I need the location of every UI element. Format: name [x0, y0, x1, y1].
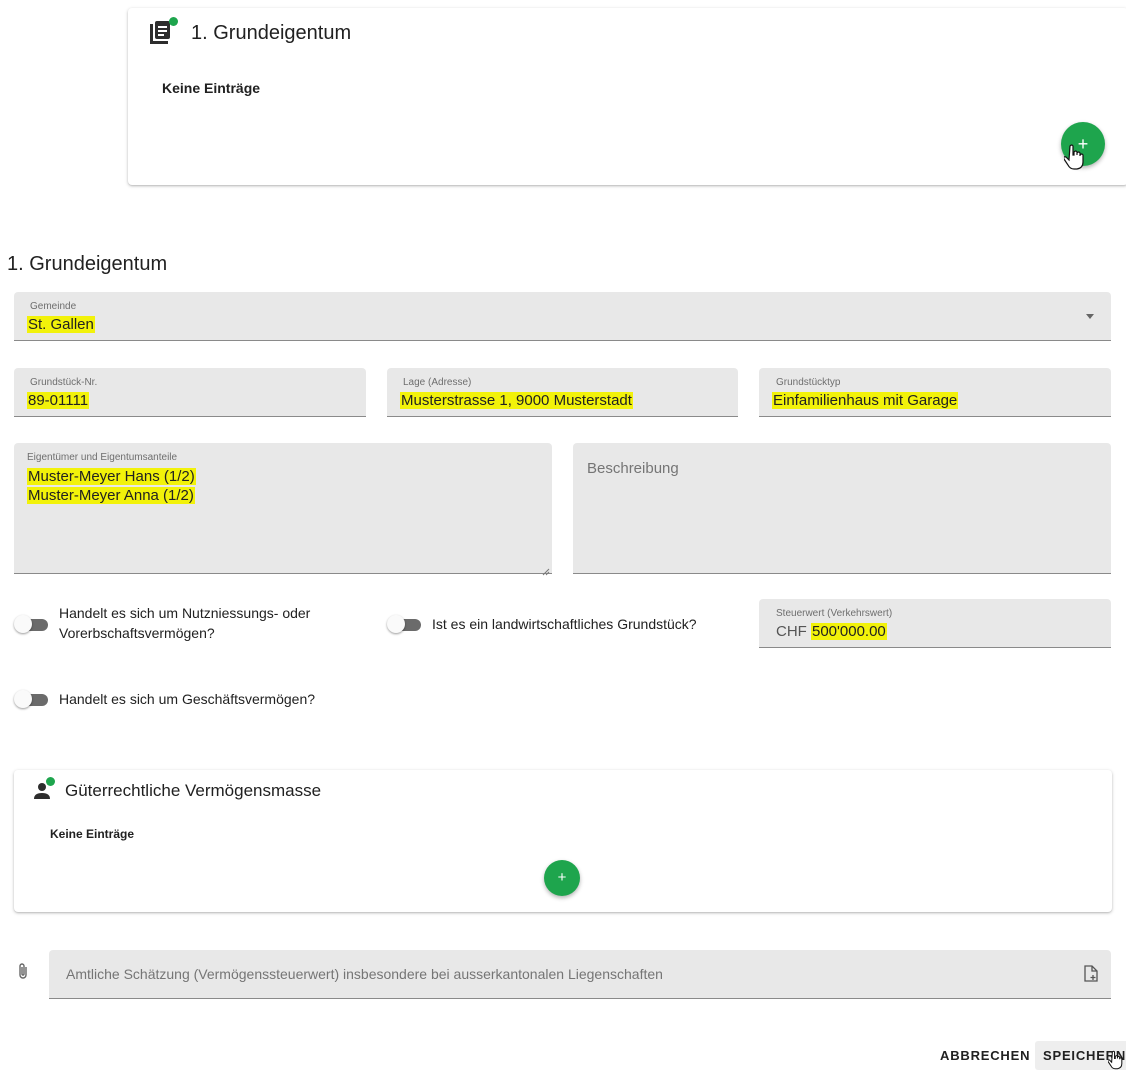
gemeinde-label: Gemeinde — [30, 301, 77, 312]
resize-handle-icon[interactable] — [542, 563, 550, 581]
beschreibung-placeholder: Beschreibung — [587, 460, 679, 477]
eigentuemer-line: Muster-Meyer Hans (1/2) — [27, 468, 196, 485]
empty-state-text: Keine Einträge — [50, 827, 135, 841]
paperclip-icon — [17, 962, 29, 985]
empty-state-text: Keine Einträge — [162, 80, 261, 96]
attachment-field[interactable]: Amtliche Schätzung (Vermögenssteuerwert)… — [49, 950, 1111, 999]
steuerwert-field[interactable]: Steuerwert (Verkehrswert) CHF 500'000.00 — [759, 599, 1111, 648]
lage-label: Lage (Adresse) — [403, 377, 472, 388]
document-list-icon — [150, 21, 172, 45]
add-entry-button[interactable]: + — [544, 860, 580, 896]
hand-cursor-icon — [1107, 1050, 1124, 1075]
status-dot — [169, 17, 178, 26]
eigentuemer-line: Muster-Meyer Anna (1/2) — [27, 487, 195, 504]
vermoegensmasse-card: Güterrechtliche Vermögensmasse Keine Ein… — [14, 770, 1112, 912]
grundstuecktyp-value: Einfamilienhaus mit Garage — [772, 392, 959, 409]
cancel-button[interactable]: ABBRECHEN — [932, 1041, 1038, 1070]
card-title: 1. Grundeigentum — [191, 22, 352, 44]
status-dot — [46, 777, 55, 786]
steuerwert-label: Steuerwert (Verkehrswert) — [776, 608, 893, 619]
gemeinde-value: St. Gallen — [27, 316, 95, 333]
grundeigentum-card: 1. Grundeigentum Keine Einträge + — [128, 8, 1126, 185]
geschaeft-toggle[interactable] — [14, 690, 48, 708]
file-add-icon[interactable] — [1084, 965, 1098, 987]
beschreibung-textarea[interactable]: Beschreibung — [573, 443, 1111, 574]
attachment-placeholder: Amtliche Schätzung (Vermögenssteuerwert)… — [66, 966, 663, 982]
card-title: Güterrechtliche Vermögensmasse — [65, 781, 322, 800]
grundstueck-nr-label: Grundstück-Nr. — [30, 377, 98, 388]
steuerwert-value: 500'000.00 — [811, 623, 887, 640]
gemeinde-select[interactable]: Gemeinde St. Gallen — [14, 292, 1111, 341]
currency-prefix: CHF — [776, 623, 807, 640]
lage-field[interactable]: Lage (Adresse) Musterstrasse 1, 9000 Mus… — [387, 368, 738, 417]
eigentuemer-label: Eigentümer und Eigentumsanteile — [27, 452, 178, 463]
grundstueck-nr-field[interactable]: Grundstück-Nr. 89-01111 — [14, 368, 366, 417]
grundstuecktyp-label: Grundstücktyp — [776, 377, 841, 388]
section-title: 1. Grundeigentum — [7, 253, 168, 275]
grundstuecktyp-field[interactable]: Grundstücktyp Einfamilienhaus mit Garage — [759, 368, 1111, 417]
hand-cursor-icon — [1063, 144, 1086, 175]
geschaeft-label: Handelt es sich um Geschäftsvermögen? — [59, 691, 316, 707]
nutzniessung-toggle[interactable] — [14, 615, 48, 633]
nutzniessung-label: Handelt es sich um Nutzniessungs- oder V… — [59, 605, 311, 641]
lage-value: Musterstrasse 1, 9000 Musterstadt — [400, 392, 633, 409]
landwirtschaft-toggle[interactable] — [387, 615, 421, 633]
chevron-down-icon — [1086, 314, 1094, 319]
grundstueck-nr-value: 89-01111 — [27, 392, 90, 409]
plus-icon: + — [557, 869, 567, 886]
eigentuemer-textarea[interactable]: Eigentümer und Eigentumsanteile Muster-M… — [14, 443, 552, 576]
landwirtschaft-label: Ist es ein landwirtschaftliches Grundstü… — [432, 616, 697, 632]
